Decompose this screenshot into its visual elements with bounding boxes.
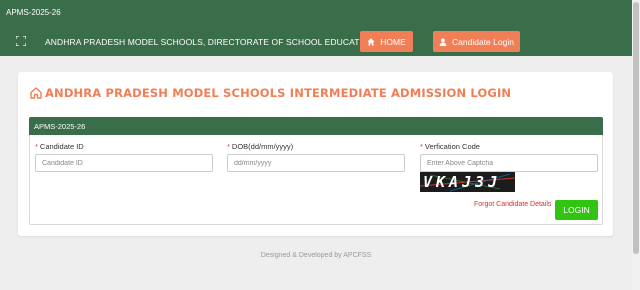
header-title: ANDHRA PRADESH MODEL SCHOOLS, DIRECTORAT…: [45, 37, 378, 47]
required-marker: *: [227, 142, 230, 151]
panel-title: APMS-2025-26: [29, 117, 603, 135]
login-button[interactable]: LOGIN: [555, 200, 598, 220]
required-marker: *: [35, 142, 38, 151]
page: APMS-2025-26 ANDHRA PRADESH MODEL SCHOOL…: [0, 0, 632, 290]
candidate-id-input[interactable]: [35, 154, 213, 172]
captcha-input[interactable]: [420, 154, 598, 172]
home-button-label: HOME: [380, 36, 406, 47]
captcha-label-text: Verfication Code: [424, 142, 480, 151]
fullscreen-icon[interactable]: [16, 36, 26, 46]
candidate-id-label: * Candidate ID: [35, 142, 84, 151]
home-button[interactable]: HOME: [360, 31, 413, 52]
vertical-scrollbar[interactable]: [632, 0, 640, 290]
page-title: ANDHRA PRADESH MODEL SCHOOLS INTERMEDIAT…: [30, 86, 511, 100]
candidate-login-label: Candidate Login: [452, 36, 514, 47]
home-icon: [367, 37, 375, 46]
top-header: APMS-2025-26 ANDHRA PRADESH MODEL SCHOOL…: [0, 0, 632, 56]
dob-input[interactable]: [227, 154, 405, 172]
footer-credit: Designed & Developed by APCFSS: [260, 252, 372, 259]
scrollbar-thumb[interactable]: [633, 2, 639, 254]
app-code: APMS-2025-26: [6, 8, 61, 17]
captcha-label: * Verfication Code: [420, 142, 480, 151]
captcha-text: VKAJ3J: [423, 173, 502, 191]
candidate-id-label-text: Candidate ID: [39, 142, 84, 151]
dob-label-text: DOB(dd/mm/yyyy): [231, 142, 294, 151]
home-outline-icon: [30, 87, 42, 99]
page-title-text: ANDHRA PRADESH MODEL SCHOOLS INTERMEDIAT…: [45, 86, 512, 100]
candidate-login-button[interactable]: Candidate Login: [433, 31, 520, 52]
forgot-details-link[interactable]: Forgot Candidate Details: [474, 201, 551, 208]
dob-label: * DOB(dd/mm/yyyy): [227, 142, 293, 151]
required-marker: *: [420, 142, 423, 151]
user-icon: [439, 38, 447, 46]
captcha-image: VKAJ3J: [420, 172, 515, 192]
